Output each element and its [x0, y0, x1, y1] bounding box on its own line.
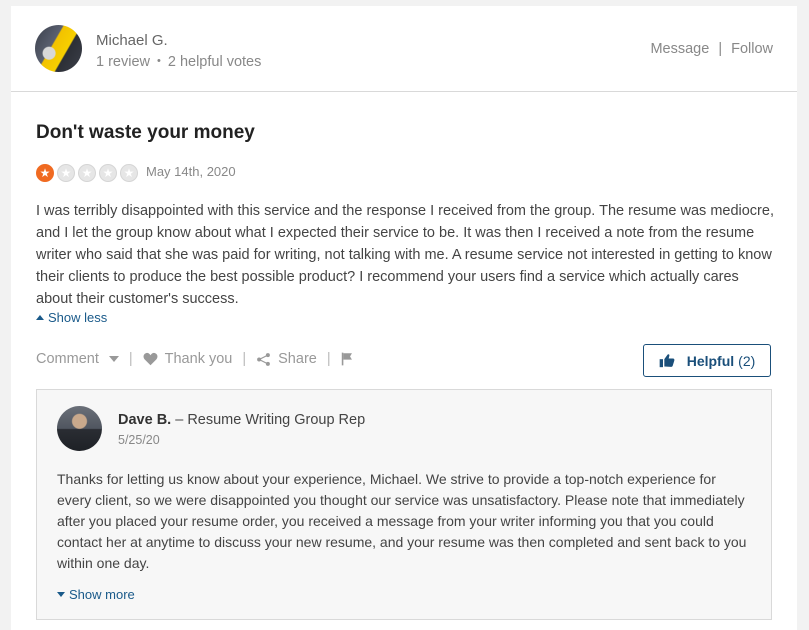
helpful-button[interactable]: Helpful (2): [643, 344, 771, 377]
reviewer-avatar[interactable]: [35, 25, 82, 72]
show-more-link[interactable]: Show more: [57, 587, 135, 602]
share-button[interactable]: Share: [256, 351, 317, 367]
follow-link[interactable]: Follow: [731, 41, 773, 57]
star-empty-icon: ★: [57, 164, 75, 182]
thank-you-label: Thank you: [164, 351, 233, 367]
heart-icon: [143, 352, 158, 366]
reviewer-meta: 1 review • 2 helpful votes: [96, 54, 261, 70]
caret-down-icon: [108, 356, 119, 362]
separator: |: [326, 351, 331, 367]
separator: |: [242, 351, 247, 367]
helpful-label: Helpful: [686, 352, 735, 369]
thumbs-up-icon: [659, 354, 675, 368]
response-body: Thanks for letting us know about your ex…: [57, 471, 747, 571]
comment-button[interactable]: Comment: [36, 351, 119, 367]
separator: |: [718, 41, 723, 57]
caret-up-icon: [36, 315, 44, 320]
truncation-fade: [37, 572, 771, 590]
rep-header: Dave B. – Resume Writing Group Rep: [118, 412, 365, 428]
message-link[interactable]: Message: [650, 41, 709, 57]
helpful-count: (2): [738, 352, 756, 369]
star-empty-icon: ★: [78, 164, 96, 182]
review-body: I was terribly disappointed with this se…: [36, 203, 774, 307]
star-empty-icon: ★: [120, 164, 138, 182]
show-less-link[interactable]: Show less: [36, 310, 107, 325]
review-count: 1 review: [96, 54, 150, 70]
star-rating: ★ ★ ★ ★ ★: [36, 164, 138, 182]
show-more-label: Show more: [69, 587, 135, 602]
reviewer-header: Michael G. 1 review • 2 helpful votes Mess…: [11, 6, 797, 92]
rep-avatar: [57, 406, 102, 451]
rep-name: Dave B.: [118, 412, 172, 428]
review-title: Don't waste your money: [36, 122, 255, 143]
helpful-votes-count: 2 helpful votes: [167, 54, 262, 70]
company-response: Dave B. – Resume Writing Group Rep 5/25/…: [36, 389, 772, 620]
thank-you-button[interactable]: Thank you: [143, 351, 233, 367]
flag-icon: [341, 352, 352, 366]
rep-role: – Resume Writing Group Rep: [175, 412, 366, 428]
review-card: Michael G. 1 review • 2 helpful votes Mess…: [11, 6, 797, 630]
separator: |: [128, 351, 133, 367]
header-actions: Message | Follow: [650, 41, 773, 57]
comment-label: Comment: [36, 351, 99, 367]
star-filled-icon: ★: [36, 164, 54, 182]
share-label: Share: [278, 351, 317, 367]
review-actions: Comment | Thank you | Share |: [36, 351, 354, 367]
star-empty-icon: ★: [99, 164, 117, 182]
separator-dot: •: [157, 55, 161, 67]
show-less-label: Show less: [48, 310, 108, 325]
review-date: May 14th, 2020: [146, 164, 236, 179]
share-icon: [257, 352, 271, 366]
caret-down-icon: [57, 592, 65, 597]
reviewer-name[interactable]: Michael G.: [96, 32, 168, 49]
response-date: 5/25/20: [118, 433, 160, 447]
flag-button[interactable]: [341, 352, 354, 366]
